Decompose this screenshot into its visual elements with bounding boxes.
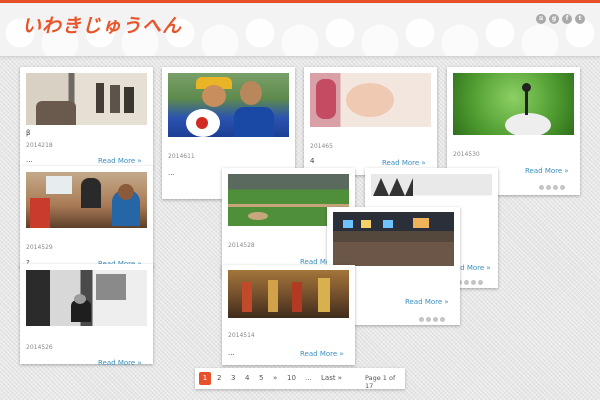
google-plus-icon[interactable]: g	[549, 14, 559, 24]
rss-icon[interactable]: ≋	[536, 14, 546, 24]
twitter-icon[interactable]: t	[575, 14, 585, 24]
post-image-gallery[interactable]	[26, 73, 147, 125]
share-icons	[419, 317, 445, 322]
post-card[interactable]: β 2014218 ... Read More »	[20, 67, 153, 167]
share-icon[interactable]	[433, 317, 438, 322]
share-icons	[457, 280, 483, 285]
read-more-link[interactable]: Read More »	[98, 157, 142, 165]
share-icon[interactable]	[464, 280, 469, 285]
pagination: 1 2 3 4 5 » 10 ... Last » Page 1 of 17	[195, 368, 405, 390]
post-image-dancers[interactable]	[228, 270, 349, 318]
page-current[interactable]: 1	[199, 372, 211, 385]
page-link[interactable]: 2	[217, 374, 221, 382]
post-date: 2014611	[168, 153, 195, 160]
page-ellipsis: ...	[305, 374, 312, 382]
post-card[interactable]: 201465 4 Read More »	[304, 67, 437, 175]
post-date: 201465	[310, 143, 333, 150]
site-header: いわきじゅうへん ≋ g f t	[0, 3, 600, 57]
post-date: 2014526	[26, 344, 53, 351]
share-icon[interactable]	[539, 185, 544, 190]
post-date: 2014514	[228, 332, 255, 339]
post-date: 2014528	[228, 242, 255, 249]
share-icon[interactable]	[546, 185, 551, 190]
share-icon[interactable]	[478, 280, 483, 285]
post-snippet: ...	[168, 169, 175, 177]
post-image-baby[interactable]	[310, 73, 431, 127]
page-last[interactable]: Last »	[321, 374, 342, 382]
post-date: 2014218	[26, 142, 53, 149]
read-more-link[interactable]: Read More »	[525, 167, 569, 175]
post-snippet: 4	[310, 157, 315, 165]
page-link[interactable]: 5	[259, 374, 263, 382]
read-more-link[interactable]: Read More »	[98, 359, 142, 367]
post-card[interactable]: 2014526 Read More »	[20, 264, 153, 367]
read-more-link[interactable]: Read More »	[300, 350, 344, 358]
post-card[interactable]: 2014529 ? Read More »	[20, 166, 153, 268]
site-logo[interactable]: いわきじゅうへん	[22, 11, 182, 38]
social-links: ≋ g f t	[536, 14, 585, 24]
share-icon[interactable]	[440, 317, 445, 322]
post-image-fans[interactable]	[168, 73, 289, 137]
post-image-restaurant[interactable]	[333, 212, 454, 266]
share-icons	[539, 185, 565, 190]
page-next[interactable]: »	[273, 374, 277, 382]
post-snippet: β	[26, 129, 31, 137]
page-link[interactable]: 4	[245, 374, 249, 382]
share-icon[interactable]	[560, 185, 565, 190]
share-icon[interactable]	[426, 317, 431, 322]
post-image-golf[interactable]	[453, 73, 574, 135]
page-info: Page 1 of 17	[365, 374, 396, 390]
post-image-classroom[interactable]	[26, 172, 147, 228]
post-card[interactable]: 2014514 ... Read More »	[222, 265, 355, 365]
read-more-link[interactable]: Read More »	[405, 298, 449, 306]
share-icon[interactable]	[471, 280, 476, 285]
page-link[interactable]: 10	[287, 374, 296, 382]
share-icon[interactable]	[419, 317, 424, 322]
post-snippet: ...	[228, 349, 235, 357]
share-icon[interactable]	[553, 185, 558, 190]
facebook-icon[interactable]: f	[562, 14, 572, 24]
read-more-link[interactable]: Read More »	[382, 159, 426, 167]
page-link[interactable]: 3	[231, 374, 235, 382]
post-date: 2014529	[26, 244, 53, 251]
post-snippet-more: ...	[26, 156, 33, 164]
post-date: 2014530	[453, 151, 480, 158]
post-image-mono-street[interactable]	[26, 270, 147, 326]
